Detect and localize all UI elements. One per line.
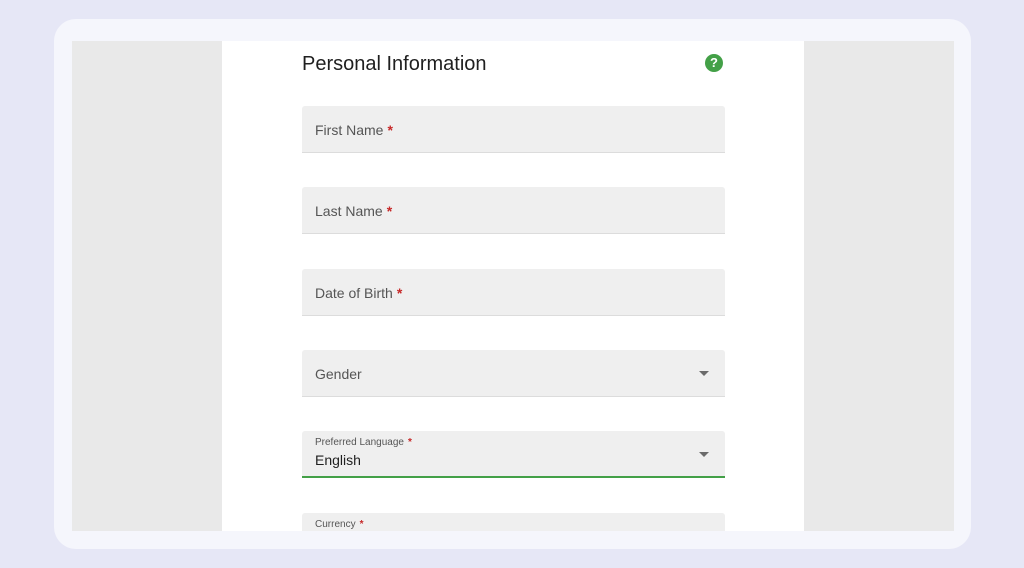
first-name-field[interactable]: First Name * bbox=[302, 106, 725, 153]
last-name-field[interactable]: Last Name * bbox=[302, 187, 725, 234]
required-marker: * bbox=[387, 122, 393, 138]
currency-label: Currency * bbox=[315, 519, 364, 530]
chevron-down-icon[interactable] bbox=[699, 371, 709, 376]
app-viewport: Personal Information ? First Name * Last … bbox=[72, 41, 954, 531]
currency-select[interactable]: Currency * bbox=[302, 513, 725, 531]
date-of-birth-label: Date of Birth * bbox=[315, 285, 403, 301]
gender-label: Gender bbox=[315, 366, 362, 382]
last-name-label: Last Name * bbox=[315, 203, 393, 219]
required-marker: * bbox=[407, 437, 412, 448]
form-panel: Personal Information ? First Name * Last … bbox=[222, 41, 804, 531]
preferred-language-label: Preferred Language * bbox=[315, 437, 412, 448]
page-title: Personal Information bbox=[302, 53, 487, 75]
preferred-language-select[interactable]: Preferred Language * English bbox=[302, 431, 725, 478]
first-name-label: First Name * bbox=[315, 122, 393, 138]
required-marker: * bbox=[396, 285, 403, 301]
date-of-birth-field[interactable]: Date of Birth * bbox=[302, 269, 725, 316]
device-frame: Personal Information ? First Name * Last … bbox=[54, 19, 971, 549]
gender-select[interactable]: Gender bbox=[302, 350, 725, 397]
preferred-language-value: English bbox=[315, 452, 361, 468]
help-icon[interactable]: ? bbox=[705, 54, 723, 72]
required-marker: * bbox=[386, 203, 393, 219]
chevron-down-icon[interactable] bbox=[699, 452, 709, 457]
required-marker: * bbox=[359, 519, 364, 530]
